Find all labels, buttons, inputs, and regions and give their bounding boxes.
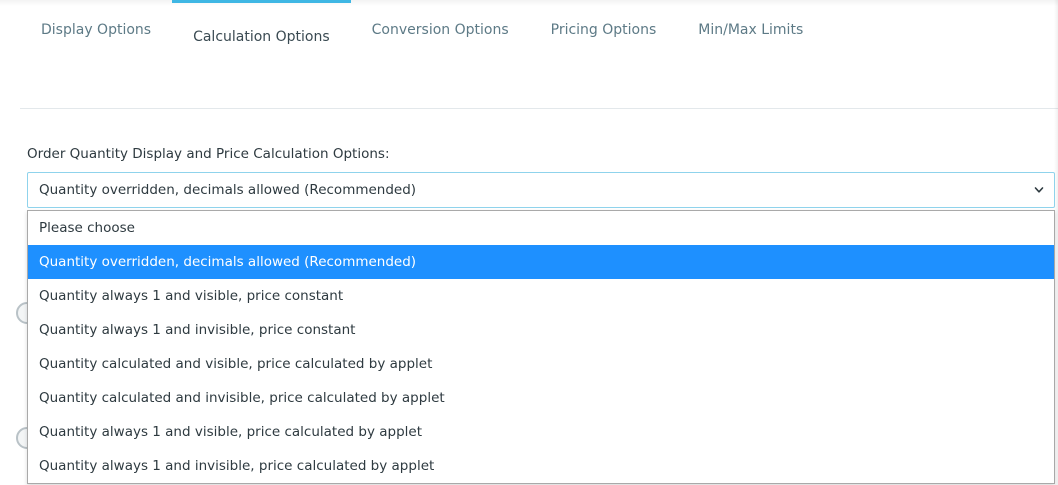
option-qty-1-visible-applet[interactable]: Quantity always 1 and visible, price cal… xyxy=(28,415,1054,449)
tab-label: Calculation Options xyxy=(193,28,330,45)
select-selected-value: Quantity overridden, decimals allowed (R… xyxy=(39,182,417,198)
page: Display Options Calculation Options Conv… xyxy=(0,0,1058,485)
quantity-options-select[interactable]: Quantity overridden, decimals allowed (R… xyxy=(27,172,1055,208)
option-qty-1-invisible-applet[interactable]: Quantity always 1 and invisible, price c… xyxy=(28,449,1054,483)
tab-calculation-options[interactable]: Calculation Options xyxy=(172,0,351,60)
tab-conversion-options[interactable]: Conversion Options xyxy=(351,0,530,60)
option-please-choose[interactable]: Please choose xyxy=(28,211,1054,245)
option-qty-calculated-visible-applet[interactable]: Quantity calculated and visible, price c… xyxy=(28,347,1054,381)
tab-pricing-options[interactable]: Pricing Options xyxy=(530,0,678,60)
option-qty-1-invisible-price-constant[interactable]: Quantity always 1 and invisible, price c… xyxy=(28,313,1054,347)
quantity-options-dropdown: Please choose Quantity overridden, decim… xyxy=(27,210,1055,484)
tab-label: Conversion Options xyxy=(371,22,509,38)
chevron-down-icon xyxy=(1034,187,1044,193)
tab-label: Min/Max Limits xyxy=(698,22,804,38)
right-edge-shadow xyxy=(1054,0,1058,485)
tab-display-options[interactable]: Display Options xyxy=(20,0,172,60)
tab-bar: Display Options Calculation Options Conv… xyxy=(20,0,824,60)
quantity-options-label: Order Quantity Display and Price Calcula… xyxy=(27,146,390,162)
tabs-divider xyxy=(20,108,1058,109)
option-qty-1-visible-price-constant[interactable]: Quantity always 1 and visible, price con… xyxy=(28,279,1054,313)
tab-label: Pricing Options xyxy=(550,22,657,38)
tab-min-max-limits[interactable]: Min/Max Limits xyxy=(677,0,824,60)
option-quantity-overridden-decimals[interactable]: Quantity overridden, decimals allowed (R… xyxy=(28,245,1054,279)
option-qty-calculated-invisible-applet[interactable]: Quantity calculated and invisible, price… xyxy=(28,381,1054,415)
tab-label: Display Options xyxy=(41,22,152,38)
